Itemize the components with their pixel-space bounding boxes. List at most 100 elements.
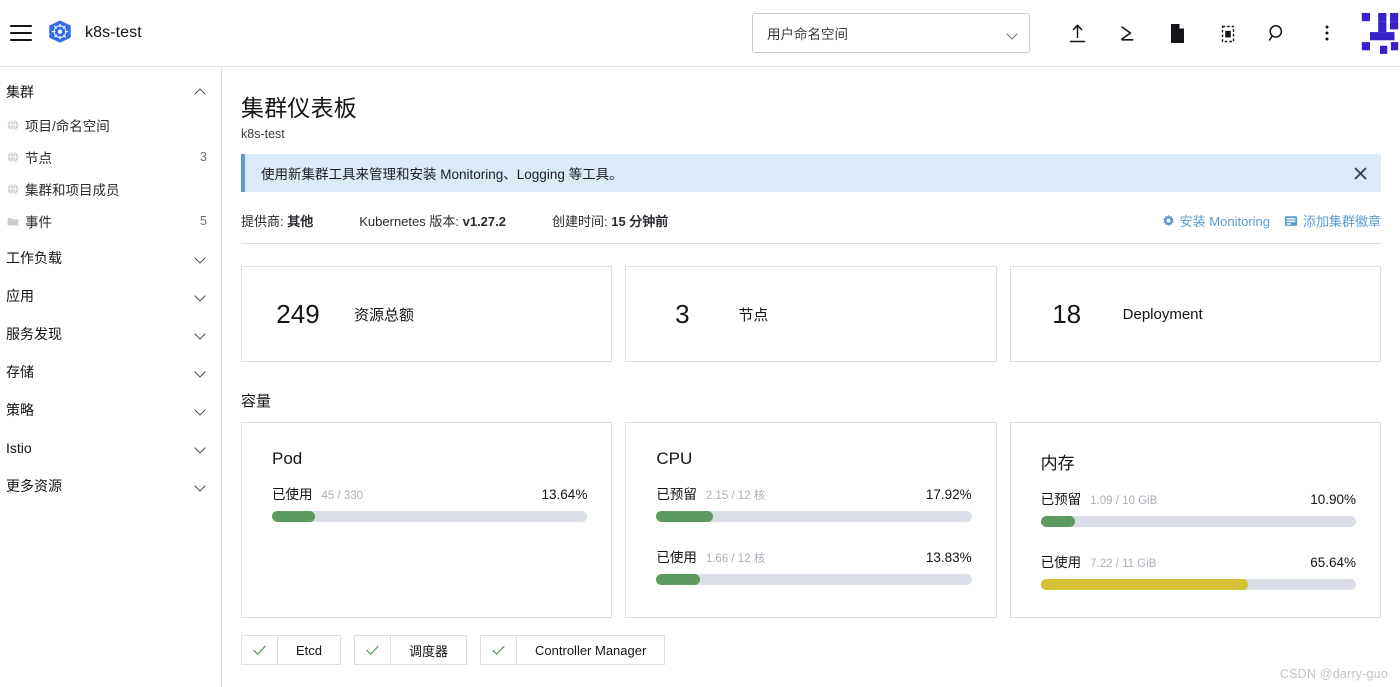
sidebar-group-istio[interactable]: Istio bbox=[0, 431, 221, 465]
chevron-down-icon bbox=[195, 368, 207, 376]
gauge-track bbox=[656, 574, 972, 585]
cluster-dashboard-icon[interactable] bbox=[1152, 9, 1202, 57]
sidebar-group-label: 集群 bbox=[6, 84, 34, 100]
gauge-fill bbox=[656, 511, 713, 522]
folder-icon bbox=[6, 214, 20, 228]
badge-icon bbox=[1284, 215, 1298, 226]
namespace-filter-value: 用户命名空间 bbox=[767, 27, 848, 42]
kubectl-shell-icon[interactable] bbox=[1102, 9, 1152, 57]
stat-label: 资源总额 bbox=[354, 306, 415, 324]
cluster-meta-row: 提供商: 其他 Kubernetes 版本: v1.27.2 创建时间: 15 … bbox=[241, 208, 1381, 244]
namespace-filter-select[interactable]: 用户命名空间 bbox=[752, 13, 1030, 53]
gauge-name: 已使用 bbox=[272, 487, 313, 502]
info-banner: 使用新集群工具来管理和安装 Monitoring、Logging 等工具。 bbox=[241, 154, 1381, 192]
sidebar-group-workloads[interactable]: 工作负载 bbox=[0, 241, 221, 275]
capacity-card-pod: Pod 已使用 45 / 330 13.64% bbox=[241, 422, 613, 618]
cluster-badge[interactable]: k8s-test bbox=[46, 19, 142, 47]
stat-card-total-resources[interactable]: 249 资源总额 bbox=[241, 266, 613, 362]
component-name: 调度器 bbox=[409, 643, 449, 659]
component-status-scheduler[interactable]: 调度器 bbox=[354, 635, 468, 665]
gauge-track bbox=[656, 511, 972, 522]
sidebar-item-count: 5 bbox=[200, 214, 207, 228]
chevron-down-icon bbox=[1008, 30, 1019, 37]
component-status-etcd[interactable]: Etcd bbox=[241, 635, 342, 665]
sidebar-group-cluster[interactable]: 集群 bbox=[0, 75, 221, 109]
check-icon bbox=[355, 636, 392, 664]
sidebar-item-label: 节点 bbox=[25, 151, 52, 166]
sidebar-group-label: 服务发现 bbox=[6, 326, 62, 342]
k8s-version-value: v1.27.2 bbox=[462, 214, 506, 229]
gauge-cpu-used: 已使用 1.66 / 12 核 13.83% bbox=[656, 546, 972, 585]
kubernetes-icon bbox=[49, 20, 71, 43]
sidebar-group-policy[interactable]: 策略 bbox=[0, 393, 221, 427]
gauge-percent: 10.90% bbox=[1310, 492, 1356, 507]
sidebar-item-events[interactable]: 事件 5 bbox=[0, 205, 221, 237]
close-icon[interactable] bbox=[1347, 160, 1373, 186]
sidebar-group-apps[interactable]: 应用 bbox=[0, 279, 221, 313]
add-cluster-badge-link[interactable]: 添加集群徽章 bbox=[1284, 211, 1381, 230]
capacity-card-memory: 内存 已预留 1.09 / 10 GiB 10.90% 已使用 7.22 / 1… bbox=[1009, 422, 1381, 618]
gauge-name: 已预留 bbox=[656, 487, 697, 502]
install-monitoring-label: 安装 Monitoring bbox=[1179, 214, 1270, 229]
sidebar-item-nodes[interactable]: 节点 3 bbox=[0, 141, 221, 173]
cluster-name: k8s-test bbox=[85, 24, 142, 41]
globe-icon bbox=[6, 182, 20, 196]
gauge-fill bbox=[1040, 516, 1076, 527]
sidebar-item-cluster-project-members[interactable]: 集群和项目成员 bbox=[0, 173, 221, 205]
header-icon-group bbox=[1052, 9, 1352, 57]
gauge-detail: 2.15 / 12 核 bbox=[705, 490, 766, 502]
gauge-pod-used: 已使用 45 / 330 13.64% bbox=[272, 483, 588, 522]
stat-card-nodes[interactable]: 3 节点 bbox=[625, 266, 997, 362]
sidebar-item-projects-namespaces[interactable]: 项目/命名空间 bbox=[0, 109, 221, 141]
gauge-percent: 13.83% bbox=[925, 550, 972, 565]
gauge-fill bbox=[1040, 579, 1248, 590]
more-options-icon[interactable] bbox=[1302, 9, 1352, 57]
sidebar-group-more-resources[interactable]: 更多资源 bbox=[0, 469, 221, 503]
check-icon bbox=[481, 636, 518, 664]
sidebar-item-label: 集群和项目成员 bbox=[25, 183, 120, 198]
gauge-percent: 17.92% bbox=[925, 487, 972, 502]
import-yaml-icon[interactable] bbox=[1052, 9, 1102, 57]
stat-label: 节点 bbox=[738, 306, 769, 324]
watermark: CSDN @darry-guo bbox=[1279, 667, 1388, 681]
add-cluster-badge-label: 添加集群徽章 bbox=[1302, 214, 1381, 229]
gauge-header: 已使用 7.22 / 11 GiB 65.64% bbox=[1041, 551, 1356, 571]
chevron-down-icon bbox=[195, 482, 207, 490]
chevron-up-icon bbox=[195, 88, 207, 96]
stat-card-deployments[interactable]: 18 Deployment bbox=[1009, 266, 1381, 362]
stat-card-row: 249 资源总额 3 节点 18 Deployment bbox=[241, 266, 1381, 362]
sidebar-item-label: 项目/命名空间 bbox=[25, 119, 110, 134]
gauge-detail: 1.66 / 12 核 bbox=[705, 553, 766, 565]
sidebar-group-storage[interactable]: 存储 bbox=[0, 355, 221, 389]
gauge-memory-reserved: 已预留 1.09 / 10 GiB 10.90% bbox=[1040, 488, 1356, 527]
capacity-card-row: Pod 已使用 45 / 330 13.64% CPU 已预留 2.15 / 1… bbox=[241, 422, 1381, 618]
gauge-fill bbox=[272, 511, 315, 522]
gauge-fill bbox=[656, 574, 700, 585]
gauge-detail: 45 / 330 bbox=[321, 490, 364, 502]
page-title: 集群仪表板 bbox=[241, 95, 357, 121]
gauge-detail: 7.22 / 11 GiB bbox=[1090, 558, 1157, 570]
created-value: 15 分钟前 bbox=[611, 214, 669, 229]
gear-icon bbox=[1162, 214, 1174, 227]
install-monitoring-link[interactable]: 安装 Monitoring bbox=[1162, 211, 1270, 230]
rancher-logo-icon[interactable] bbox=[1360, 9, 1400, 57]
hamburger-menu-icon[interactable] bbox=[10, 25, 32, 41]
capacity-card-title: CPU bbox=[656, 449, 693, 468]
chevron-down-icon bbox=[195, 292, 207, 300]
main-content: 集群仪表板 k8s-test 使用新集群工具来管理和安装 Monitoring、… bbox=[223, 67, 1400, 687]
check-icon bbox=[242, 636, 278, 664]
component-status-controller-manager[interactable]: Controller Manager bbox=[480, 635, 666, 665]
stat-label: Deployment bbox=[1122, 305, 1203, 323]
sidebar-group-label: Istio bbox=[6, 440, 32, 456]
gauge-track bbox=[272, 511, 588, 522]
component-name: Etcd bbox=[296, 642, 323, 658]
gauge-memory-used: 已使用 7.22 / 11 GiB 65.64% bbox=[1040, 551, 1356, 590]
sidebar-group-service-discovery[interactable]: 服务发现 bbox=[0, 317, 221, 351]
sidebar-item-count: 3 bbox=[200, 150, 207, 164]
gauge-header: 已预留 1.09 / 10 GiB 10.90% bbox=[1041, 488, 1356, 508]
copy-kubeconfig-icon[interactable] bbox=[1202, 9, 1252, 57]
capacity-card-cpu: CPU 已预留 2.15 / 12 核 17.92% 已使用 1.66 / 12… bbox=[625, 422, 997, 618]
sidebar-group-label: 更多资源 bbox=[6, 478, 62, 494]
gauge-percent: 13.64% bbox=[541, 487, 588, 502]
search-icon[interactable] bbox=[1252, 9, 1302, 57]
